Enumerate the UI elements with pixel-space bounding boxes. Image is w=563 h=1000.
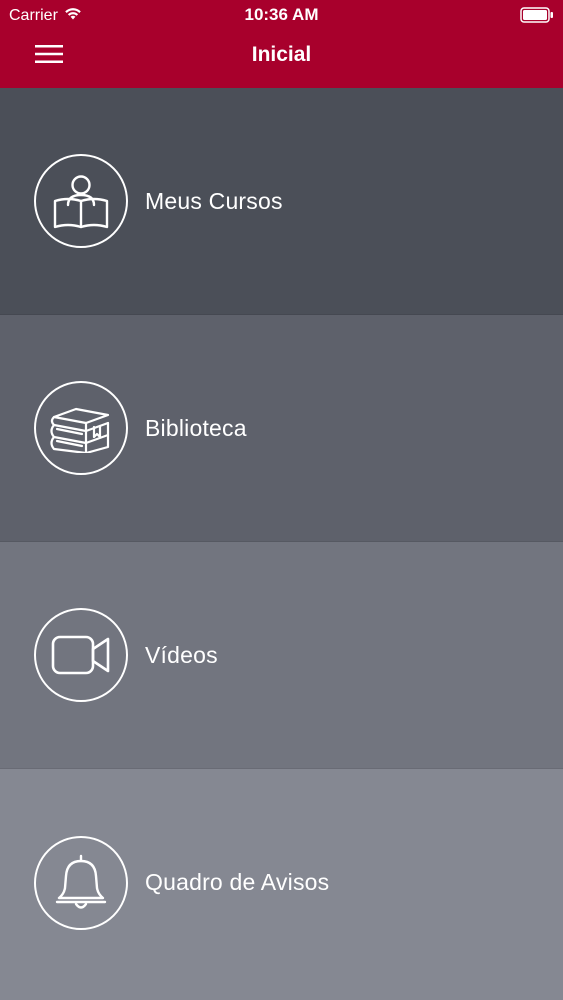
menu-item-label: Quadro de Avisos — [145, 869, 330, 895]
battery-icon — [520, 7, 554, 28]
books-icon — [34, 381, 128, 475]
menu-item-biblioteca[interactable]: Biblioteca — [0, 315, 563, 542]
status-bar: Carrier 10:36 AM — [0, 0, 563, 30]
menu-item-meus-cursos[interactable]: Meus Cursos — [0, 88, 563, 315]
video-camera-icon — [34, 608, 128, 702]
student-reading-icon — [34, 154, 128, 248]
page-title: Inicial — [251, 43, 312, 66]
menu-item-videos[interactable]: Vídeos — [0, 542, 563, 769]
hamburger-menu-button[interactable] — [30, 40, 68, 72]
status-time: 10:36 AM — [244, 5, 319, 24]
main-menu-list: Meus Cursos Biblioteca Vídeos Quadro de … — [0, 88, 563, 1000]
nav-bar: Inicial — [0, 30, 563, 88]
app-screen: Carrier 10:36 AM Inicial Meus Cursos Bib… — [0, 0, 563, 1000]
bell-icon — [34, 835, 128, 930]
menu-item-label: Vídeos — [145, 641, 218, 668]
hamburger-icon — [35, 44, 63, 69]
menu-item-label: Biblioteca — [145, 414, 247, 441]
menu-item-label: Meus Cursos — [145, 187, 283, 214]
menu-item-quadro-de-avisos[interactable]: Quadro de Avisos — [0, 769, 563, 996]
header: Carrier 10:36 AM Inicial — [0, 0, 563, 88]
